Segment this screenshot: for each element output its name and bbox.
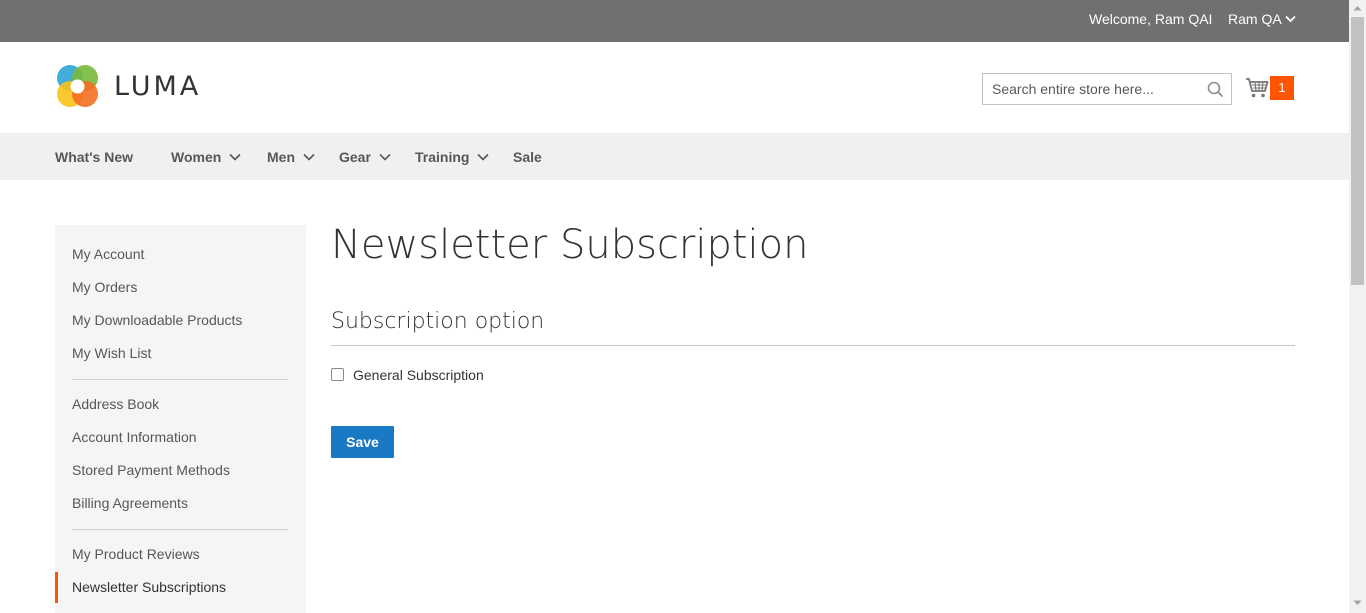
account-sidebar: My Account My Orders My Downloadable Pro… — [55, 225, 306, 613]
sidebar-item-wish-list[interactable]: My Wish List — [72, 345, 151, 361]
chevron-down-icon — [477, 153, 490, 161]
nav-item-label: Sale — [513, 149, 542, 165]
welcome-message: Welcome, Ram QAI — [1089, 11, 1213, 27]
scrollbar-thumb[interactable] — [1351, 17, 1364, 285]
minicart-button[interactable]: 1 — [1245, 76, 1295, 100]
chevron-down-icon — [303, 153, 315, 161]
top-bar: Welcome, Ram QAI Ram QA — [0, 0, 1349, 42]
sidebar-item-my-account[interactable]: My Account — [72, 246, 144, 262]
chevron-down-icon — [1285, 15, 1296, 23]
sidebar-item-newsletter-subscriptions: Newsletter Subscriptions — [72, 579, 227, 595]
sidebar-item-my-orders[interactable]: My Orders — [72, 279, 137, 295]
general-subscription-label[interactable]: General Subscription — [353, 367, 484, 383]
save-button[interactable]: Save — [331, 426, 394, 458]
fieldset-divider — [331, 345, 1295, 346]
chevron-down-icon — [379, 153, 391, 161]
sidebar-item-stored-payment-methods[interactable]: Stored Payment Methods — [72, 462, 230, 478]
page-title: Newsletter Subscription — [331, 222, 809, 268]
nav-item-label: Women — [171, 149, 222, 165]
chevron-down-icon — [229, 153, 241, 161]
sidebar-item-product-reviews[interactable]: My Product Reviews — [72, 546, 200, 562]
customer-name: Ram QA — [1228, 11, 1282, 27]
sidebar-divider — [72, 379, 288, 380]
nav-item-label: What's New — [55, 149, 134, 165]
nav-item-label: Training — [415, 149, 470, 165]
nav-item-label: Men — [267, 149, 295, 165]
search-box — [982, 73, 1232, 105]
nav-item-men[interactable]: Men — [267, 149, 315, 165]
page-scrollbar[interactable] — [1349, 0, 1366, 613]
main-navigation: What's New Women Men Gear Training Sale — [0, 133, 1349, 180]
sidebar-item-address-book[interactable]: Address Book — [72, 396, 159, 412]
shopping-cart-icon — [1245, 77, 1269, 104]
nav-item-training[interactable]: Training — [415, 149, 490, 165]
nav-item-whats-new[interactable]: What's New — [55, 149, 133, 165]
logo-text: LUMA — [114, 71, 202, 102]
sidebar-divider — [72, 529, 288, 530]
search-icon[interactable] — [1207, 81, 1224, 103]
site-header: LUMA 1 — [0, 42, 1349, 133]
sidebar-item-billing-agreements[interactable]: Billing Agreements — [72, 495, 188, 511]
nav-item-women[interactable]: Women — [171, 149, 241, 165]
nav-item-label: Gear — [339, 149, 371, 165]
general-subscription-checkbox[interactable] — [331, 368, 344, 381]
fieldset-legend: Subscription option — [331, 309, 545, 334]
cart-count-badge: 1 — [1270, 76, 1294, 100]
search-input[interactable] — [983, 74, 1201, 104]
scroll-up-arrow-icon[interactable] — [1353, 5, 1362, 11]
luma-logo-icon — [57, 65, 98, 107]
scroll-down-arrow-icon[interactable] — [1353, 600, 1362, 606]
active-item-indicator — [55, 572, 58, 603]
nav-item-sale[interactable]: Sale — [513, 149, 542, 165]
customer-menu-toggle[interactable]: Ram QA — [1228, 11, 1296, 27]
nav-item-gear[interactable]: Gear — [339, 149, 391, 165]
logo-link[interactable]: LUMA — [55, 64, 201, 109]
sidebar-item-downloadable-products[interactable]: My Downloadable Products — [72, 312, 242, 328]
sidebar-item-account-information[interactable]: Account Information — [72, 429, 197, 445]
